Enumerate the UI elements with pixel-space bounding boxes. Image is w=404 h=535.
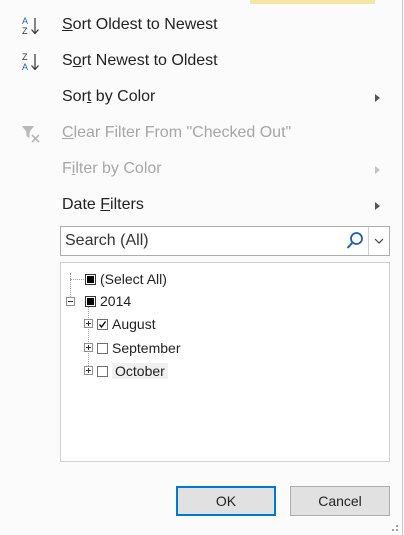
- date-filters-label: Date Filters: [62, 196, 144, 213]
- sort-by-color-label: Sort by Color: [62, 88, 156, 105]
- clear-filter-label: Clear Filter From "Checked Out": [62, 124, 292, 141]
- search-placeholder: Search (All): [65, 232, 149, 249]
- august-checkbox[interactable]: [97, 318, 108, 330]
- header-strip: [250, 0, 375, 4]
- tree-connector: [88, 306, 89, 372]
- svg-text:A: A: [22, 16, 28, 26]
- clear-filter-icon: [18, 116, 44, 152]
- year-2014-checkbox[interactable]: [85, 295, 96, 307]
- september-label: September: [112, 340, 181, 356]
- filter-value-tree: (Select All) 2014 August September Octob…: [60, 262, 390, 462]
- tree-connector: [70, 279, 84, 280]
- september-checkbox[interactable]: [97, 342, 108, 354]
- ok-button[interactable]: OK: [176, 486, 276, 516]
- select-all-label: (Select All): [100, 271, 167, 287]
- svg-text:A: A: [22, 62, 28, 72]
- tree-node-october[interactable]: October: [97, 361, 168, 381]
- expand-september-toggle[interactable]: [84, 343, 93, 352]
- search-options-dropdown[interactable]: [368, 227, 389, 255]
- sort-oldest-to-newest-item[interactable]: A Z Sort Oldest to Newest: [0, 8, 403, 44]
- year-2014-label: 2014: [100, 293, 132, 309]
- clear-filter-item: Clear Filter From "Checked Out": [0, 116, 403, 152]
- october-label: October: [112, 363, 168, 379]
- svg-text:Z: Z: [22, 52, 28, 62]
- submenu-arrow-icon: [375, 202, 380, 210]
- filter-by-color-label: Filter by Color: [62, 160, 162, 177]
- chevron-down-icon: [374, 238, 384, 244]
- select-all-checkbox[interactable]: [85, 273, 96, 285]
- sort-oldest-label: Sort Oldest to Newest: [62, 16, 218, 33]
- sort-newest-label: Sort Newest to Oldest: [62, 52, 218, 69]
- filter-by-color-item: Filter by Color: [0, 152, 403, 188]
- checkmark-icon: [98, 320, 107, 328]
- collapse-2014-toggle[interactable]: [66, 297, 75, 306]
- august-label: August: [112, 316, 156, 332]
- sort-ascending-icon: A Z: [18, 8, 44, 44]
- expand-august-toggle[interactable]: [84, 319, 93, 328]
- cancel-button[interactable]: Cancel: [290, 486, 390, 516]
- sort-descending-icon: Z A: [18, 44, 44, 80]
- select-all-node[interactable]: (Select All): [85, 269, 167, 289]
- tree-node-2014[interactable]: 2014: [85, 291, 131, 311]
- sort-newest-to-oldest-item[interactable]: Z A Sort Newest to Oldest: [0, 44, 403, 80]
- date-filters-item[interactable]: Date Filters: [0, 188, 403, 224]
- submenu-arrow-icon: [375, 94, 380, 102]
- tree-node-august[interactable]: August: [97, 314, 156, 334]
- sort-by-color-item[interactable]: Sort by Color: [0, 80, 403, 116]
- submenu-arrow-icon: [375, 166, 380, 174]
- filter-dropdown-panel: A Z Sort Oldest to Newest Z A Sort Newes…: [0, 0, 403, 535]
- resize-grip-icon[interactable]: [392, 525, 398, 531]
- october-checkbox[interactable]: [97, 365, 108, 377]
- search-icon[interactable]: [345, 231, 365, 256]
- search-input[interactable]: Search (All): [60, 226, 390, 256]
- svg-text:Z: Z: [22, 26, 28, 36]
- expand-october-toggle[interactable]: [84, 366, 93, 375]
- tree-node-september[interactable]: September: [97, 338, 180, 358]
